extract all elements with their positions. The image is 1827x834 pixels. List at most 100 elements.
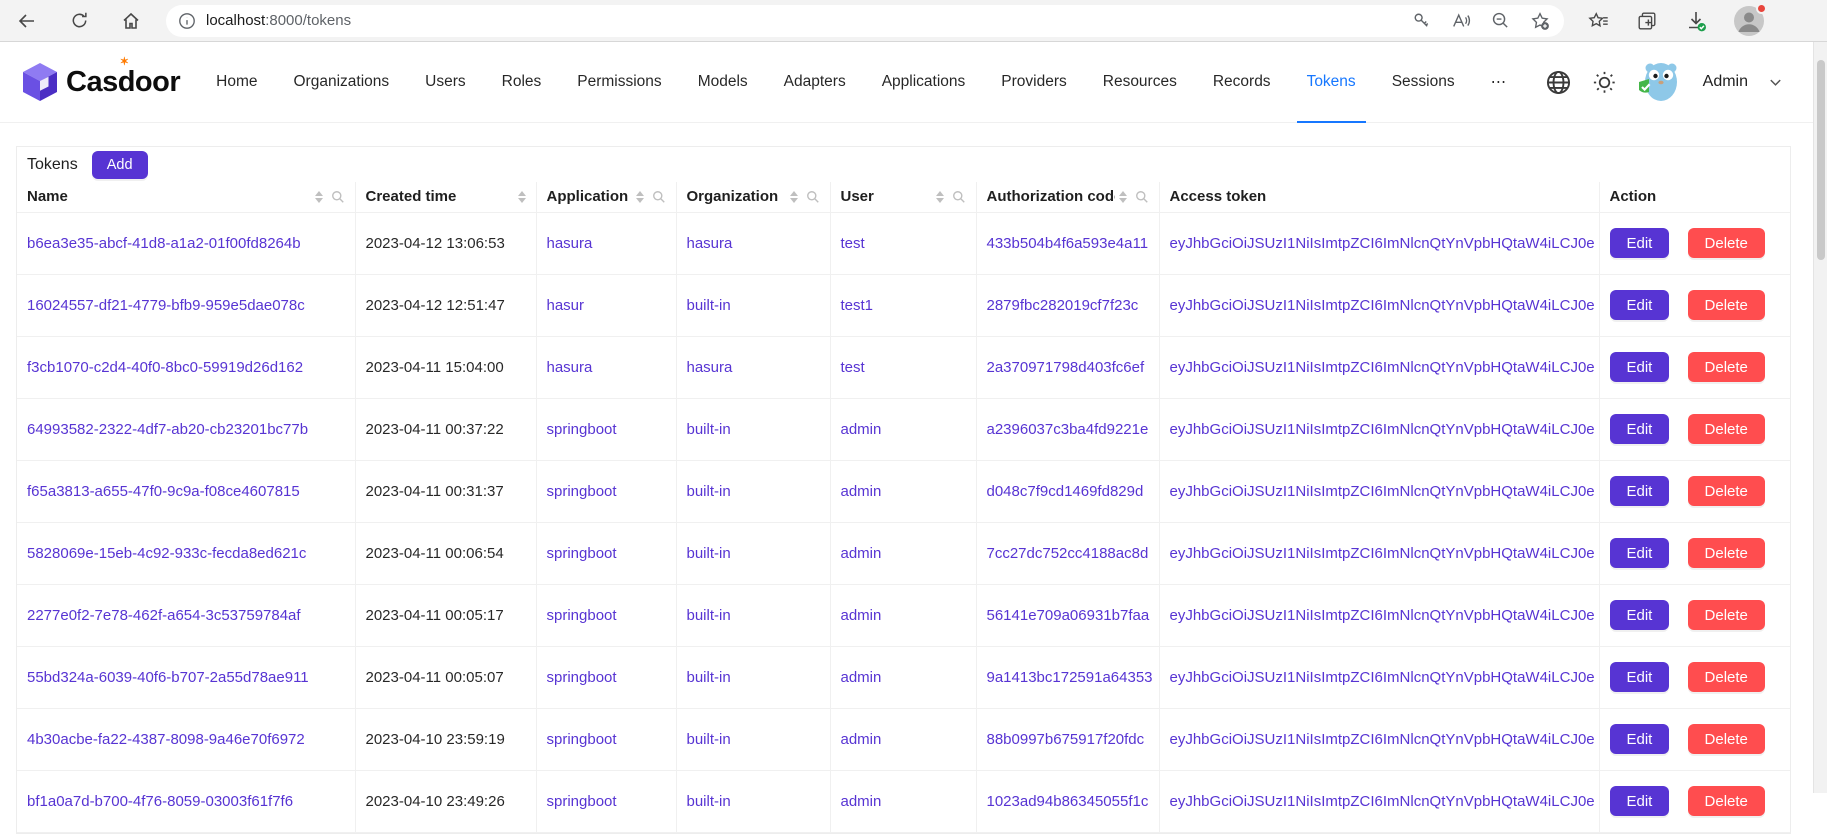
home-icon[interactable] [114,4,148,38]
delete-button[interactable]: Delete [1688,228,1765,258]
access-token-link[interactable]: eyJhbGciOiJSUzI1NiIsImtpZCI6ImNlcnQtYnVp… [1170,669,1595,686]
scrollbar-thumb[interactable] [1817,60,1825,260]
theme-sun-icon[interactable] [1592,70,1617,95]
nav-item-tokens[interactable]: Tokens [1297,42,1366,122]
add-favorite-icon[interactable] [1530,11,1550,31]
token-name-link[interactable]: b6ea3e35-abcf-41d8-a1a2-01f00fd8264b [27,235,301,252]
nav-item-models[interactable]: Models [688,42,758,122]
access-token-link[interactable]: eyJhbGciOiJSUzI1NiIsImtpZCI6ImNlcnQtYnVp… [1170,235,1595,252]
application-link[interactable]: springboot [547,545,617,562]
page-scrollbar[interactable] [1813,42,1827,793]
application-link[interactable]: springboot [547,793,617,810]
collections-icon[interactable] [1636,10,1658,32]
edit-button[interactable]: Edit [1610,476,1670,506]
delete-button[interactable]: Delete [1688,724,1765,754]
edit-button[interactable]: Edit [1610,352,1670,382]
token-name-link[interactable]: bf1a0a7d-b700-4f76-8059-03003f61f7f6 [27,793,293,810]
search-icon[interactable] [331,190,345,204]
nav-item-home[interactable]: Home [206,42,267,122]
nav-item-resources[interactable]: Resources [1093,42,1187,122]
authorization-code-link[interactable]: 88b0997b675917f20fdc [987,731,1145,748]
application-link[interactable]: springboot [547,421,617,438]
sort-icon[interactable] [518,191,526,203]
casdoor-logo[interactable]: Casd✶oor [22,62,180,102]
edit-button[interactable]: Edit [1610,662,1670,692]
application-link[interactable]: springboot [547,669,617,686]
authorization-code-link[interactable]: 2879fbc282019cf7f23c [987,297,1139,314]
delete-button[interactable]: Delete [1688,538,1765,568]
access-token-link[interactable]: eyJhbGciOiJSUzI1NiIsImtpZCI6ImNlcnQtYnVp… [1170,607,1595,624]
authorization-code-link[interactable]: a2396037c3ba4fd9221e [987,421,1149,438]
user-link[interactable]: admin [841,483,882,500]
edit-button[interactable]: Edit [1610,724,1670,754]
column-header-created-time[interactable]: Created time [355,182,536,212]
organization-link[interactable]: built-in [687,731,731,748]
organization-link[interactable]: hasura [687,235,733,252]
edit-button[interactable]: Edit [1610,228,1670,258]
authorization-code-link[interactable]: 433b504b4f6a593e4a11 [987,235,1149,252]
organization-link[interactable]: built-in [687,421,731,438]
sort-icon[interactable] [636,191,644,203]
edit-button[interactable]: Edit [1610,786,1670,816]
search-icon[interactable] [1135,190,1149,204]
nav-item-sessions[interactable]: Sessions [1382,42,1465,122]
organization-link[interactable]: built-in [687,669,731,686]
authorization-code-link[interactable]: 56141e709a06931b7faa [987,607,1150,624]
delete-button[interactable]: Delete [1688,352,1765,382]
application-link[interactable]: springboot [547,483,617,500]
column-header-authorization-code[interactable]: Authorization code [976,182,1159,212]
column-header-application[interactable]: Application [536,182,676,212]
authorization-code-link[interactable]: 2a370971798d403fc6ef [987,359,1145,376]
nav-item-users[interactable]: Users [415,42,475,122]
password-key-icon[interactable] [1412,11,1431,30]
access-token-link[interactable]: eyJhbGciOiJSUzI1NiIsImtpZCI6ImNlcnQtYnVp… [1170,359,1595,376]
access-token-link[interactable]: eyJhbGciOiJSUzI1NiIsImtpZCI6ImNlcnQtYnVp… [1170,793,1595,810]
read-aloud-icon[interactable] [1451,11,1471,31]
application-link[interactable]: hasur [547,297,585,314]
nav-item-roles[interactable]: Roles [492,42,552,122]
edit-button[interactable]: Edit [1610,538,1670,568]
sort-icon[interactable] [936,191,944,203]
user-link[interactable]: test [841,359,865,376]
edit-button[interactable]: Edit [1610,290,1670,320]
delete-button[interactable]: Delete [1688,662,1765,692]
application-link[interactable]: springboot [547,607,617,624]
nav-item-adapters[interactable]: Adapters [774,42,856,122]
organization-link[interactable]: built-in [687,545,731,562]
token-name-link[interactable]: 16024557-df21-4779-bfb9-959e5dae078c [27,297,305,314]
sort-icon[interactable] [790,191,798,203]
nav-item-[interactable]: ⋯ [1481,42,1517,122]
nav-item-providers[interactable]: Providers [991,42,1076,122]
search-icon[interactable] [952,190,966,204]
organization-link[interactable]: hasura [687,359,733,376]
column-header-name[interactable]: Name [17,182,355,212]
sort-icon[interactable] [315,191,323,203]
token-name-link[interactable]: 2277e0f2-7e78-462f-a654-3c53759784af [27,607,301,624]
user-avatar[interactable] [1637,60,1681,104]
delete-button[interactable]: Delete [1688,786,1765,816]
authorization-code-link[interactable]: 1023ad94b86345055f1c [987,793,1149,810]
application-link[interactable]: hasura [547,359,593,376]
organization-link[interactable]: built-in [687,297,731,314]
delete-button[interactable]: Delete [1688,600,1765,630]
nav-item-applications[interactable]: Applications [872,42,976,122]
edit-button[interactable]: Edit [1610,414,1670,444]
nav-item-permissions[interactable]: Permissions [567,42,671,122]
token-name-link[interactable]: 5828069e-15eb-4c92-933c-fecda8ed621c [27,545,306,562]
access-token-link[interactable]: eyJhbGciOiJSUzI1NiIsImtpZCI6ImNlcnQtYnVp… [1170,421,1595,438]
application-link[interactable]: hasura [547,235,593,252]
address-bar[interactable]: localhost:8000/tokens [166,5,1564,37]
nav-item-records[interactable]: Records [1203,42,1281,122]
organization-link[interactable]: built-in [687,607,731,624]
chevron-down-icon[interactable] [1768,75,1783,90]
language-globe-icon[interactable] [1545,69,1572,96]
sort-icon[interactable] [1119,191,1127,203]
user-link[interactable]: test [841,235,865,252]
user-link[interactable]: admin [841,607,882,624]
access-token-link[interactable]: eyJhbGciOiJSUzI1NiIsImtpZCI6ImNlcnQtYnVp… [1170,483,1595,500]
refresh-icon[interactable] [62,4,96,38]
access-token-link[interactable]: eyJhbGciOiJSUzI1NiIsImtpZCI6ImNlcnQtYnVp… [1170,545,1595,562]
user-link[interactable]: admin [841,421,882,438]
organization-link[interactable]: built-in [687,793,731,810]
delete-button[interactable]: Delete [1688,414,1765,444]
